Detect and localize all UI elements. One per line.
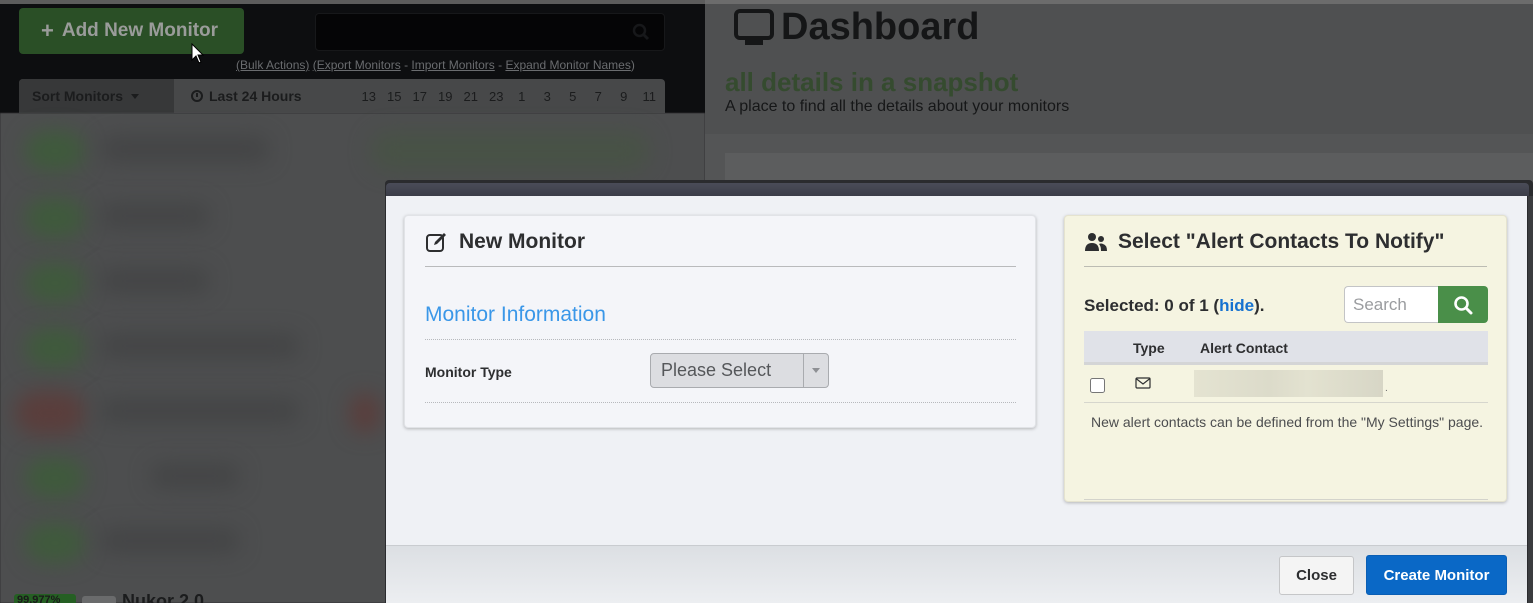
dashboard-tagline: all details in a snapshot <box>725 67 1019 97</box>
selected-count-suffix: ). <box>1254 296 1265 315</box>
export-monitors-link[interactable]: (Export Monitors <box>313 58 401 72</box>
divider <box>425 402 1016 403</box>
hour-tick: 15 <box>387 88 402 104</box>
modal-footer <box>386 545 1527 603</box>
import-monitors-link[interactable]: Import Monitors <box>411 58 494 72</box>
uptime-badge: 99.977% <box>14 594 76 603</box>
status-blob <box>25 458 85 498</box>
contact-search-input[interactable] <box>1344 286 1438 323</box>
edit-icon <box>426 233 446 252</box>
status-blob <box>25 263 85 303</box>
hour-tick: 7 <box>594 88 602 104</box>
status-blob <box>25 328 85 368</box>
mouse-cursor-icon <box>191 43 205 64</box>
name-blob <box>100 135 270 163</box>
selected-count-text: Selected: 0 of 1 ( <box>1084 296 1220 315</box>
monitor-name: Nukor 2.0 <box>122 594 204 603</box>
page-title: Dashboard <box>733 6 979 49</box>
time-range-label: Last 24 Hours <box>209 88 302 104</box>
hide-link[interactable]: hide <box>1219 296 1254 315</box>
selected-count: Selected: 0 of 1 (hide). <box>1084 296 1264 316</box>
status-blob <box>15 391 85 435</box>
monitor-type-value: Please Select <box>661 360 772 380</box>
bulk-links: (Bulk Actions) (Export Monitors - Import… <box>236 58 635 72</box>
create-monitor-button[interactable]: Create Monitor <box>1366 555 1507 595</box>
type-badge <box>82 596 116 603</box>
close-button[interactable]: Close <box>1279 556 1354 595</box>
new-monitor-title: New Monitor <box>459 230 585 253</box>
close-paren: ) <box>630 58 635 72</box>
name-blob <box>100 268 210 294</box>
separator: - <box>400 58 412 72</box>
bar-blob <box>350 393 380 433</box>
add-new-monitor-button[interactable]: + Add New Monitor <box>19 8 244 54</box>
expand-monitor-names-link[interactable]: Expand Monitor Names <box>505 58 630 72</box>
alert-contacts-heading: Select "Alert Contacts To Notify" <box>1084 230 1444 254</box>
contacts-table-header: Type Alert Contact <box>1084 331 1488 365</box>
monitor-type-label: Monitor Type <box>425 364 512 380</box>
column-alert-contact: Alert Contact <box>1200 340 1288 356</box>
divider <box>1084 499 1488 500</box>
separator: - <box>494 58 506 72</box>
hour-tick: 3 <box>543 88 551 104</box>
name-blob <box>100 398 300 424</box>
sort-monitors-dropdown[interactable]: Sort Monitors <box>19 79 174 113</box>
hour-tick: 9 <box>620 88 628 104</box>
name-blob <box>150 463 240 489</box>
bar-blob <box>370 131 650 171</box>
alert-contacts-title: Select "Alert Contacts To Notify" <box>1118 230 1445 253</box>
new-monitor-card: New Monitor Monitor Information Monitor … <box>404 215 1036 428</box>
caret-down-icon <box>131 93 139 99</box>
divider <box>1084 266 1487 267</box>
hour-tick: 1 <box>518 88 526 104</box>
hour-tick: 21 <box>463 88 478 104</box>
redacted-contact <box>1194 370 1383 397</box>
new-monitor-heading: New Monitor <box>425 230 585 254</box>
monitor-information-title: Monitor Information <box>425 303 606 326</box>
hour-tick: 5 <box>569 88 577 104</box>
hour-tick: 13 <box>361 88 376 104</box>
monitor-icon <box>734 8 774 45</box>
divider <box>425 266 1016 267</box>
hour-tick: 23 <box>489 88 504 104</box>
name-blob <box>100 528 240 554</box>
top-strip <box>0 0 705 4</box>
table-row: . <box>1084 368 1488 403</box>
sort-bar: Sort Monitors Last 24 Hours 13 15 17 19 … <box>19 79 665 113</box>
mail-icon <box>1135 377 1151 389</box>
users-icon <box>1085 233 1107 251</box>
add-new-monitor-label: Add New Monitor <box>61 20 219 41</box>
hour-tick: 19 <box>438 88 453 104</box>
status-blob <box>25 198 85 238</box>
status-blob <box>25 131 85 171</box>
contact-suffix: . <box>1385 383 1388 394</box>
name-blob <box>100 333 300 359</box>
sort-monitors-label: Sort Monitors <box>32 88 123 104</box>
modal-scrollbar[interactable] <box>1528 196 1533 603</box>
name-blob <box>100 203 210 229</box>
monitor-search-input[interactable] <box>315 13 665 51</box>
dashboard-title: Dashboard <box>781 6 980 48</box>
bulk-actions-link[interactable]: (Bulk Actions) <box>236 58 309 72</box>
status-blob <box>25 523 85 563</box>
monitor-type-select[interactable]: Please Select <box>650 353 829 388</box>
hour-ticks: 13 15 17 19 21 23 1 3 5 7 9 11 <box>356 79 662 113</box>
dashboard-subtitle: A place to find all the details about yo… <box>725 98 1070 115</box>
divider <box>425 339 1016 340</box>
contact-search-button[interactable] <box>1438 286 1488 323</box>
time-range: Last 24 Hours <box>191 79 302 113</box>
search-icon <box>632 23 650 41</box>
chevron-down-icon <box>803 354 828 387</box>
modal-header <box>386 183 1529 196</box>
contact-checkbox[interactable] <box>1090 378 1105 393</box>
column-type: Type <box>1133 340 1165 356</box>
help-text: New alert contacts can be defined from t… <box>1091 414 1484 430</box>
alert-contacts-card: Select "Alert Contacts To Notify" Select… <box>1064 215 1507 502</box>
search-icon <box>1454 295 1473 314</box>
clock-icon <box>191 90 203 102</box>
hour-tick: 11 <box>642 88 657 104</box>
hour-tick: 17 <box>412 88 427 104</box>
monitor-row[interactable]: 99.977% Nukor 2.0 <box>14 594 204 603</box>
plus-icon: + <box>41 18 54 43</box>
